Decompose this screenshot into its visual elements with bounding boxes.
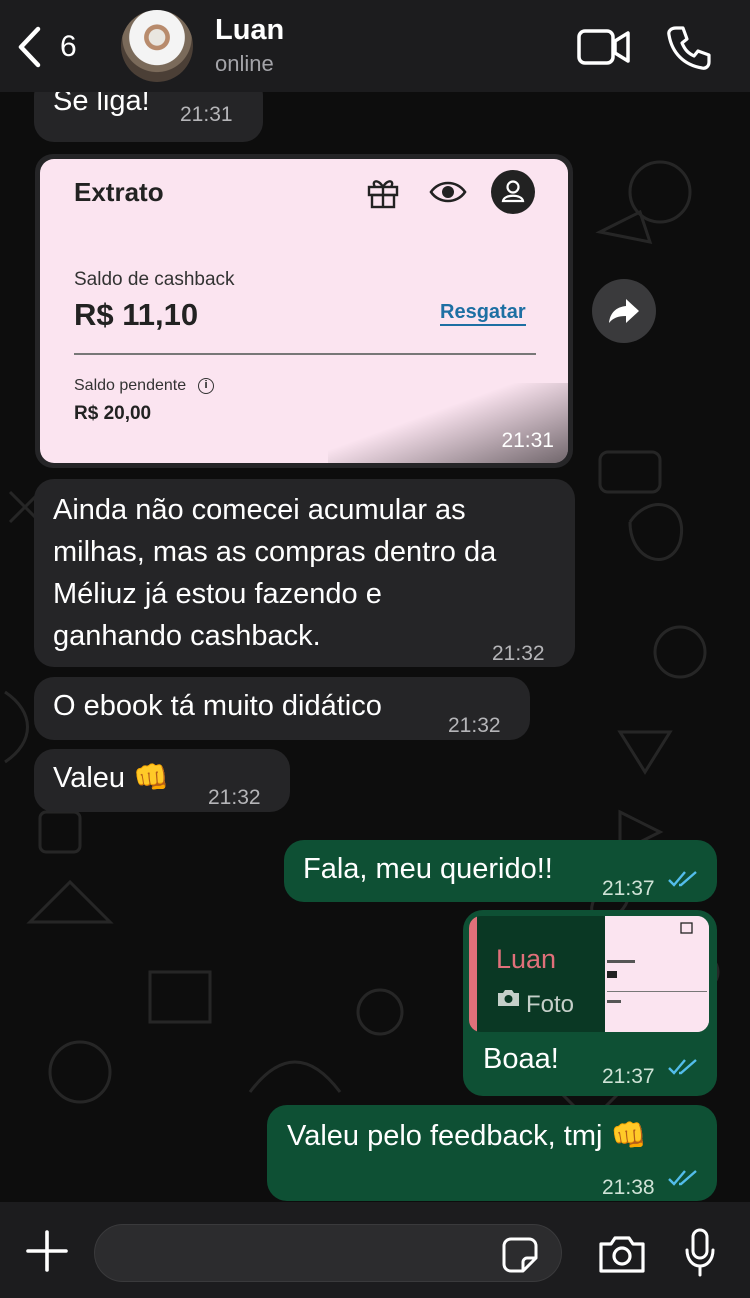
eye-icon — [429, 181, 467, 203]
shared-image[interactable]: Extrato Saldo de cashback R$ 11,10 Resga… — [40, 159, 568, 463]
back-button[interactable]: 6 — [16, 24, 86, 70]
message-time: 21:37 — [602, 877, 655, 900]
redeem-link: Resgatar — [440, 301, 526, 326]
cashback-amount: R$ 11,10 — [74, 297, 199, 332]
camera-icon — [498, 990, 519, 1006]
message-outgoing[interactable]: Luan Foto Boaa! 21:37 — [463, 910, 717, 1096]
message-line: Méliuz já estou fazendo e — [53, 578, 382, 610]
message-line: ganhando cashback. — [53, 620, 321, 652]
pending-label: Saldo pendente — [74, 377, 187, 394]
message-time: 21:38 — [602, 1176, 655, 1199]
video-call-icon[interactable] — [577, 25, 631, 69]
message-input[interactable] — [115, 1235, 495, 1271]
message-outgoing[interactable]: Valeu pelo feedback, tmj 👊 21:38 — [267, 1105, 717, 1201]
message-time: 21:32 — [492, 642, 545, 665]
message-text: Boaa! — [483, 1043, 559, 1075]
message-incoming[interactable]: Ainda não comecei acumular as milhas, ma… — [34, 479, 575, 667]
message-incoming[interactable]: O ebook tá muito didático 21:32 — [34, 677, 530, 740]
cashback-label: Saldo de cashback — [74, 269, 235, 290]
read-receipt-icon — [668, 1170, 697, 1186]
composer-bar — [0, 1202, 750, 1298]
quoted-message[interactable]: Luan Foto — [469, 916, 709, 1032]
pending-amount: R$ 20,00 — [74, 403, 152, 424]
message-incoming[interactable]: Se liga! 21:31 — [34, 92, 263, 142]
quote-accent-bar — [469, 916, 477, 1032]
unread-count: 6 — [60, 30, 77, 63]
message-text: Se liga! — [53, 92, 150, 117]
chat-header: 6 Luan online — [0, 0, 750, 92]
camera-icon[interactable] — [598, 1234, 646, 1274]
attach-plus-icon[interactable] — [26, 1230, 68, 1272]
message-text: Fala, meu querido!! — [303, 853, 553, 885]
message-time: 21:31 — [180, 103, 233, 126]
message-time: 21:31 — [501, 429, 554, 452]
forward-icon — [609, 299, 639, 323]
contact-status: online — [215, 51, 274, 76]
quote-thumbnail — [605, 916, 709, 1032]
chat-area[interactable]: Se liga! 21:31 Extrato Saldo de cashback… — [0, 92, 750, 1202]
quote-type: Foto — [526, 991, 575, 1018]
avatar[interactable] — [121, 10, 193, 82]
gift-icon — [367, 180, 399, 209]
sticker-icon[interactable] — [500, 1236, 540, 1274]
read-receipt-icon — [668, 1059, 697, 1075]
phone-call-icon[interactable] — [666, 25, 712, 71]
message-outgoing[interactable]: Fala, meu querido!! 21:37 — [284, 840, 717, 902]
info-icon: i — [198, 378, 214, 394]
thumbnail-preview — [605, 916, 709, 1032]
message-text: O ebook tá muito didático — [53, 690, 382, 722]
message-time: 21:37 — [602, 1065, 655, 1088]
message-line: milhas, mas as compras dentro da — [53, 536, 497, 568]
forward-button[interactable] — [592, 279, 656, 343]
read-receipt-icon — [668, 871, 697, 887]
image-message[interactable]: Extrato Saldo de cashback R$ 11,10 Resga… — [35, 154, 573, 468]
message-time: 21:32 — [208, 786, 261, 809]
quote-sender: Luan — [496, 944, 557, 974]
message-incoming[interactable]: Valeu 👊 21:32 — [34, 749, 290, 812]
divider — [74, 353, 536, 355]
message-text: Valeu 👊 — [53, 762, 170, 794]
image-title: Extrato — [74, 177, 164, 207]
contact-name[interactable]: Luan — [215, 14, 284, 47]
microphone-icon[interactable] — [684, 1228, 716, 1278]
message-input-container[interactable] — [94, 1224, 562, 1282]
chevron-left-icon — [18, 26, 41, 68]
profile-icon — [491, 170, 535, 214]
message-time: 21:32 — [448, 714, 501, 737]
message-line: Ainda não comecei acumular as — [53, 494, 466, 526]
message-text: Valeu pelo feedback, tmj 👊 — [287, 1120, 647, 1152]
